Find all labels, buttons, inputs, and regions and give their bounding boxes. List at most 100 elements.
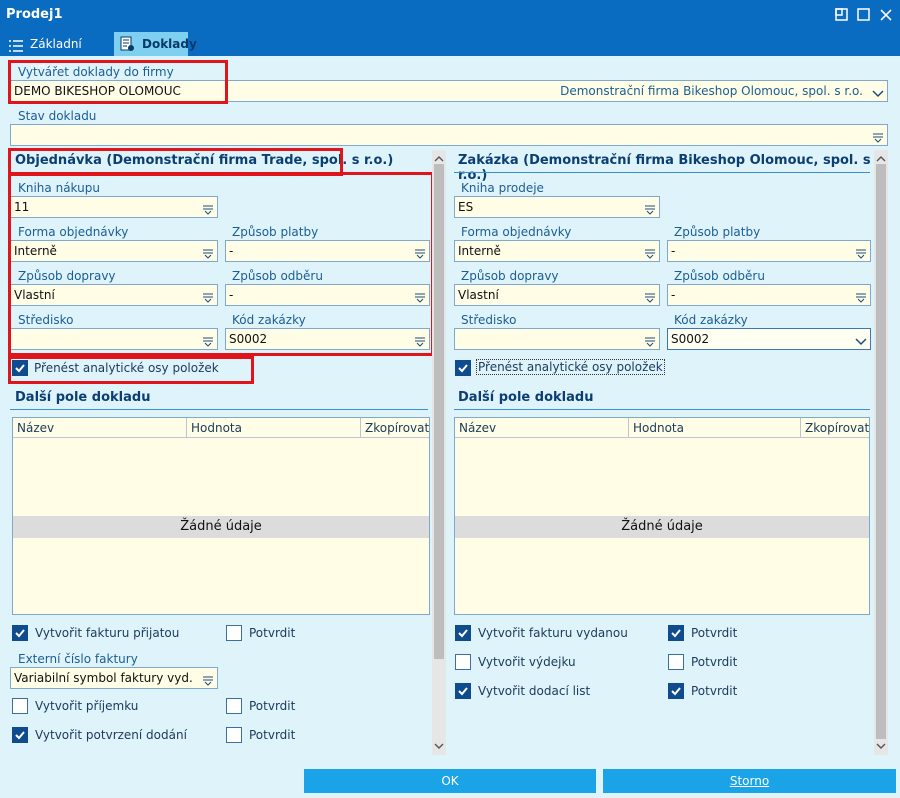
create-receipt-label: Vytvořit příjemku — [35, 699, 139, 713]
create-issue-slip-label: Vytvořit výdejku — [478, 655, 576, 669]
payment-method-label: Způsob platby — [674, 225, 761, 239]
chevron-up-icon[interactable] — [434, 152, 444, 166]
confirm-issue-label: Potvrdit — [691, 655, 738, 669]
more-fields-title: Další pole dokladu — [458, 390, 594, 405]
highlight-firm — [8, 60, 228, 104]
no-data-row: Žádné údaje — [455, 516, 869, 538]
order-form-label: Forma objednávky — [461, 225, 572, 239]
dropdown-icon[interactable] — [644, 245, 656, 259]
column-header-name[interactable]: Název — [455, 418, 629, 438]
chevron-down-icon[interactable] — [876, 739, 886, 753]
dropdown-icon[interactable] — [644, 201, 656, 215]
pickup-label: Způsob odběru — [674, 269, 765, 283]
external-invoice-number-label: Externí číslo faktury — [18, 652, 138, 666]
divider — [454, 172, 870, 173]
create-issued-invoice-label: Vytvořit fakturu vydanou — [478, 626, 628, 640]
check-icon — [15, 731, 25, 740]
create-received-invoice-checkbox[interactable] — [12, 625, 28, 641]
order-form-value: Interně — [458, 244, 501, 258]
scrollbar-thumb[interactable] — [876, 164, 886, 739]
column-header-copy[interactable]: Zkopírovat — [361, 418, 429, 438]
confirm-invoice-checkbox[interactable] — [668, 625, 684, 641]
more-fields-grid[interactable]: Název Hodnota Zkopírovat Žádné údaje — [12, 417, 430, 615]
confirm-delivery-note-checkbox[interactable] — [668, 683, 684, 699]
chevron-down-icon[interactable] — [434, 739, 444, 753]
ok-button[interactable]: OK — [304, 769, 596, 793]
confirm-receipt-checkbox[interactable] — [226, 698, 242, 714]
order-code-select[interactable]: S0002 — [667, 328, 871, 350]
create-delivery-note-label: Vytvořit dodací list — [478, 684, 591, 698]
column-header-copy[interactable]: Zkopírovat — [801, 418, 869, 438]
chevron-down-icon[interactable] — [855, 333, 867, 346]
chevron-down-icon[interactable] — [872, 85, 884, 98]
sales-book-value: ES — [458, 200, 474, 214]
order-code-value: S0002 — [671, 332, 710, 346]
close-icon[interactable] — [878, 7, 894, 23]
confirm-delivery-checkbox[interactable] — [226, 727, 242, 743]
create-receipt-checkbox[interactable] — [12, 698, 28, 714]
pickup-value: - — [671, 288, 676, 302]
dropdown-icon[interactable] — [855, 289, 867, 303]
maximize-icon[interactable] — [856, 7, 872, 23]
payment-method-select[interactable]: - — [667, 240, 871, 262]
job-section-title: Zakázka (Demonstrační firma Bikeshop Olo… — [458, 153, 871, 183]
no-data-row: Žádné údaje — [13, 516, 429, 538]
check-icon — [671, 629, 681, 638]
document-icon — [119, 36, 135, 60]
check-icon — [671, 687, 681, 696]
external-invoice-number-select[interactable]: Variabilní symbol faktury vyd. — [10, 667, 218, 689]
check-icon — [15, 629, 25, 638]
column-header-value[interactable]: Hodnota — [187, 418, 361, 438]
right-scrollbar[interactable] — [874, 150, 888, 755]
create-delivery-confirmation-checkbox[interactable] — [12, 727, 28, 743]
dropdown-icon[interactable] — [872, 129, 884, 143]
create-issued-invoice-checkbox[interactable] — [455, 625, 471, 641]
tab-label: Doklady — [142, 37, 197, 51]
more-fields-title: Další pole dokladu — [15, 390, 151, 405]
transfer-axes-label: Přenést analytické osy položek — [476, 359, 665, 375]
confirm-invoice-label: Potvrdit — [691, 626, 738, 640]
confirm-invoice-label: Potvrdit — [249, 626, 296, 640]
firm-display-name: Demonstrační firma Bikeshop Olomouc, spo… — [560, 84, 863, 98]
dropdown-icon[interactable] — [202, 672, 214, 686]
check-icon — [458, 364, 468, 373]
create-delivery-confirmation-label: Vytvořit potvrzení dodání — [35, 728, 187, 742]
restore-icon[interactable] — [834, 7, 850, 23]
list-icon — [8, 37, 24, 61]
chevron-up-icon[interactable] — [876, 152, 886, 166]
dropdown-icon[interactable] — [855, 245, 867, 259]
tab-documents[interactable]: Doklady — [114, 32, 197, 56]
confirm-issue-checkbox[interactable] — [668, 654, 684, 670]
highlight-transfer — [8, 356, 254, 384]
status-label: Stav dokladu — [18, 109, 97, 123]
column-header-name[interactable]: Název — [13, 418, 187, 438]
center-label: Středisko — [461, 313, 517, 327]
pickup-select[interactable]: - — [667, 284, 871, 306]
transport-label: Způsob dopravy — [461, 269, 559, 283]
cancel-button[interactable]: Storno — [603, 769, 896, 793]
more-fields-grid[interactable]: Název Hodnota Zkopírovat Žádné údaje — [454, 417, 870, 615]
check-icon — [458, 629, 468, 638]
order-form-select[interactable]: Interně — [454, 240, 660, 262]
confirm-delivery-label: Potvrdit — [249, 728, 296, 742]
payment-method-value: - — [671, 244, 676, 258]
tab-basic-info[interactable]: Základní údaje — [2, 32, 112, 75]
dropdown-icon[interactable] — [644, 289, 656, 303]
confirm-receipt-label: Potvrdit — [249, 699, 296, 713]
center-select[interactable] — [454, 328, 660, 350]
status-select[interactable] — [10, 124, 888, 146]
dropdown-icon[interactable] — [644, 333, 656, 347]
confirm-invoice-checkbox[interactable] — [226, 625, 242, 641]
create-issue-slip-checkbox[interactable] — [455, 654, 471, 670]
transport-select[interactable]: Vlastní — [454, 284, 660, 306]
transport-value: Vlastní — [458, 288, 499, 302]
tab-strip: Základní údaje Doklady — [0, 32, 900, 75]
window-title: Prodej1 — [6, 7, 63, 22]
transfer-axes-checkbox[interactable] — [455, 360, 471, 376]
column-header-value[interactable]: Hodnota — [629, 418, 801, 438]
left-scrollbar[interactable] — [432, 150, 446, 755]
external-invoice-number-value: Variabilní symbol faktury vyd. — [14, 671, 193, 685]
sales-book-select[interactable]: ES — [454, 196, 660, 218]
create-delivery-note-checkbox[interactable] — [455, 683, 471, 699]
scrollbar-thumb[interactable] — [434, 164, 444, 659]
